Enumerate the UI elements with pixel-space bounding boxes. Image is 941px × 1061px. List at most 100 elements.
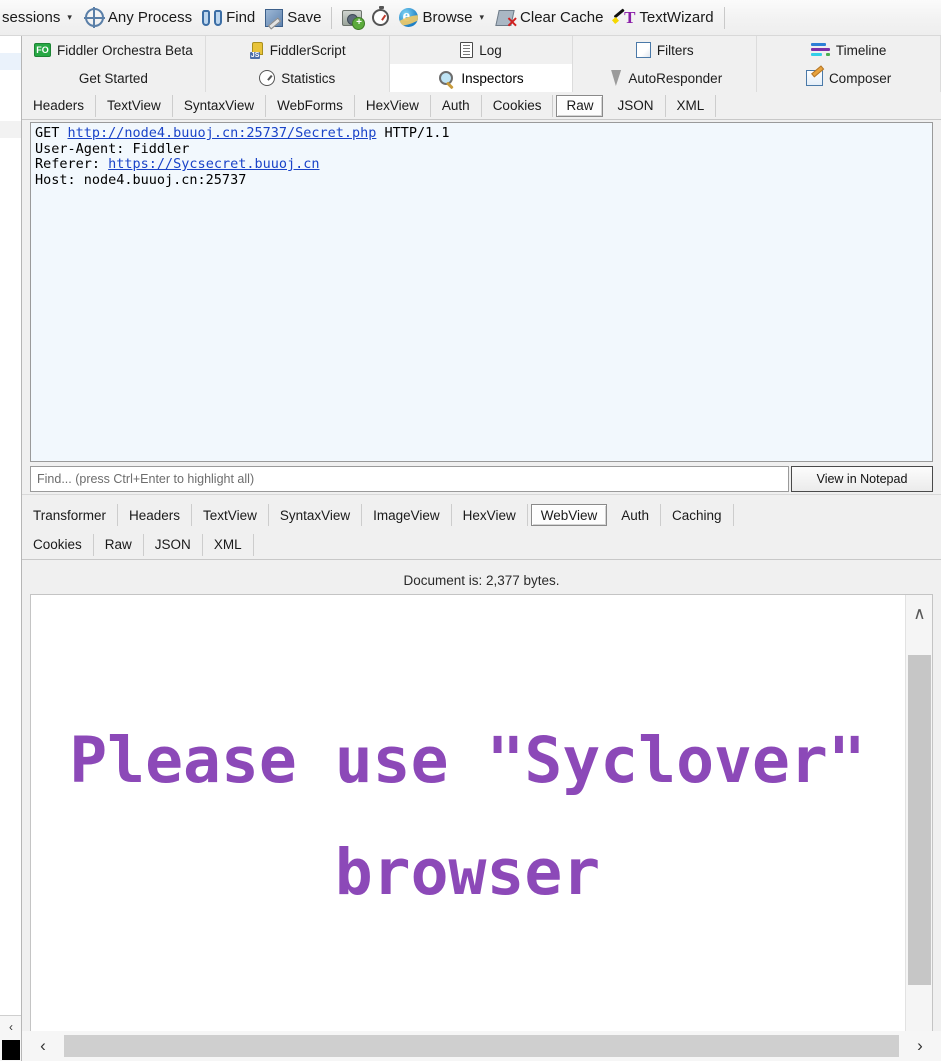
response-tab-cookies[interactable]: Cookies [22, 533, 94, 556]
session-row[interactable] [0, 70, 21, 87]
text-wizard-button[interactable]: T TextWizard [608, 3, 718, 33]
tab-label: Get Started [78, 70, 148, 86]
session-list-scrollbar[interactable]: ‹ [0, 1015, 21, 1061]
main-tabs-row-2: Get Started Statistics Inspectors AutoRe… [22, 64, 941, 92]
request-tab-hexview[interactable]: HexView [355, 94, 431, 117]
any-process-button[interactable]: Any Process [80, 3, 197, 33]
scroll-left-icon[interactable]: ‹ [22, 1036, 64, 1056]
session-list-edge[interactable]: ‹ [0, 36, 22, 1061]
camera-add-icon [342, 9, 366, 30]
response-tab-raw[interactable]: Raw [94, 533, 144, 556]
tab-autoresponder[interactable]: AutoResponder [573, 64, 758, 92]
tab-statistics[interactable]: Statistics [205, 64, 390, 92]
autoresponder-icon [607, 70, 622, 87]
tab-label: AutoResponder [628, 70, 723, 86]
scroll-track[interactable] [64, 1035, 899, 1057]
tab-label: Filters [656, 42, 694, 58]
tab-label: Statistics [281, 70, 336, 86]
composer-icon [805, 70, 823, 86]
save-button[interactable]: Save [260, 3, 326, 33]
any-process-label: Any Process [107, 9, 193, 26]
webview-vertical-scrollbar[interactable]: ∧ ∨ [905, 595, 932, 1061]
browse-chevron-down-icon[interactable]: ▾ [480, 12, 485, 23]
inspector-panel: FO Fiddler Orchestra Beta FiddlerScript … [22, 36, 941, 1061]
tab-fiddlerscript[interactable]: FiddlerScript [205, 36, 390, 64]
request-tab-cookies[interactable]: Cookies [482, 94, 554, 117]
response-tab-textview[interactable]: TextView [192, 504, 269, 526]
fiddler-orchestra-icon: FO [33, 43, 51, 57]
timeline-icon [810, 42, 830, 58]
response-tab-auth[interactable]: Auth [610, 504, 662, 526]
tab-label: Composer [828, 70, 892, 86]
filters-icon [635, 42, 651, 58]
view-in-notepad-button[interactable]: View in Notepad [791, 466, 933, 492]
timer-button[interactable] [367, 3, 394, 33]
tab-label: Headers [33, 98, 85, 113]
scroll-up-icon[interactable]: ∧ [906, 599, 932, 629]
response-tab-json[interactable]: JSON [144, 533, 203, 556]
response-tab-webview[interactable]: WebView [530, 504, 608, 526]
bottom-horizontal-scrollbar[interactable]: ‹ › [22, 1031, 941, 1061]
referer-label: Referer: [35, 156, 109, 172]
scroll-thumb[interactable] [2, 1040, 20, 1060]
request-tab-json[interactable]: JSON [606, 94, 666, 117]
sessions-label: sessions [2, 9, 61, 26]
request-url-link[interactable]: http://node4.buuoj.cn:25737/Secret.php [68, 125, 377, 141]
request-tab-syntaxview[interactable]: SyntaxView [173, 94, 267, 117]
request-tab-raw[interactable]: Raw [556, 94, 604, 117]
clear-cache-button[interactable]: Clear Cache [492, 3, 608, 33]
request-tab-xml[interactable]: XML [666, 94, 717, 117]
main-tabs-row-1: FO Fiddler Orchestra Beta FiddlerScript … [22, 36, 941, 64]
webview-message-line-1: Please use "Syclover" [69, 724, 866, 797]
tab-filters[interactable]: Filters [573, 36, 758, 64]
session-row[interactable] [0, 53, 21, 70]
request-tab-headers[interactable]: Headers [22, 94, 97, 117]
tab-timeline[interactable]: Timeline [757, 36, 941, 64]
tab-fiddler-orchestra[interactable]: FO Fiddler Orchestra Beta [22, 36, 206, 64]
text-wizard-icon: T [613, 8, 635, 27]
response-tab-imageview[interactable]: ImageView [362, 504, 452, 526]
session-row[interactable] [0, 104, 21, 121]
scroll-thumb[interactable] [908, 655, 931, 985]
screenshot-button[interactable] [337, 3, 367, 33]
request-inspector-tabs: Headers TextView SyntaxView WebForms Hex… [22, 92, 941, 120]
tab-label: Cookies [492, 98, 542, 113]
tab-label: Raw [566, 98, 594, 113]
response-tab-hexview[interactable]: HexView [452, 504, 528, 526]
tab-label: XML [676, 98, 705, 113]
session-row[interactable] [0, 36, 21, 53]
request-tab-auth[interactable]: Auth [431, 94, 482, 117]
webview-message-line-2: browser [334, 836, 601, 909]
response-tab-headers[interactable]: Headers [118, 504, 193, 526]
main-toolbar: sessions ▾ Any Process Find Save Browse … [0, 0, 941, 36]
tab-label: Auth [441, 98, 470, 113]
tab-label: FiddlerScript [269, 42, 346, 58]
tab-inspectors[interactable]: Inspectors [389, 64, 574, 92]
find-button[interactable]: Find [197, 3, 260, 33]
http-method: GET [35, 125, 68, 141]
request-tab-webforms[interactable]: WebForms [266, 94, 355, 117]
response-tab-xml[interactable]: XML [203, 533, 254, 556]
browse-label: Browse [422, 9, 473, 26]
response-tab-syntaxview[interactable]: SyntaxView [269, 504, 363, 526]
find-input[interactable]: Find... (press Ctrl+Enter to highlight a… [30, 466, 789, 492]
panel-splitter[interactable] [22, 494, 941, 499]
crosshair-globe-icon [83, 7, 105, 28]
session-row[interactable] [0, 121, 21, 138]
sessions-dropdown[interactable]: sessions ▾ [0, 3, 80, 33]
tab-get-started[interactable]: Get Started [22, 64, 206, 92]
tab-log[interactable]: Log [389, 36, 574, 64]
log-icon [460, 42, 474, 58]
browse-button[interactable]: Browse ▾ [394, 3, 492, 33]
request-raw-view[interactable]: GET http://node4.buuoj.cn:25737/Secret.p… [30, 122, 933, 462]
tab-composer[interactable]: Composer [757, 64, 941, 92]
request-line-1: GET http://node4.buuoj.cn:25737/Secret.p… [35, 125, 928, 142]
request-line-2: User-Agent: Fiddler [35, 140, 190, 157]
session-row[interactable] [0, 87, 21, 104]
scroll-right-icon[interactable]: › [899, 1036, 941, 1056]
response-tab-transformer[interactable]: Transformer [22, 504, 119, 526]
response-tab-caching[interactable]: Caching [661, 504, 734, 526]
scroll-left-icon[interactable]: ‹ [0, 1016, 21, 1038]
request-tab-textview[interactable]: TextView [96, 94, 173, 117]
referer-url-link[interactable]: https://Sycsecret.buuoj.cn [108, 156, 319, 172]
